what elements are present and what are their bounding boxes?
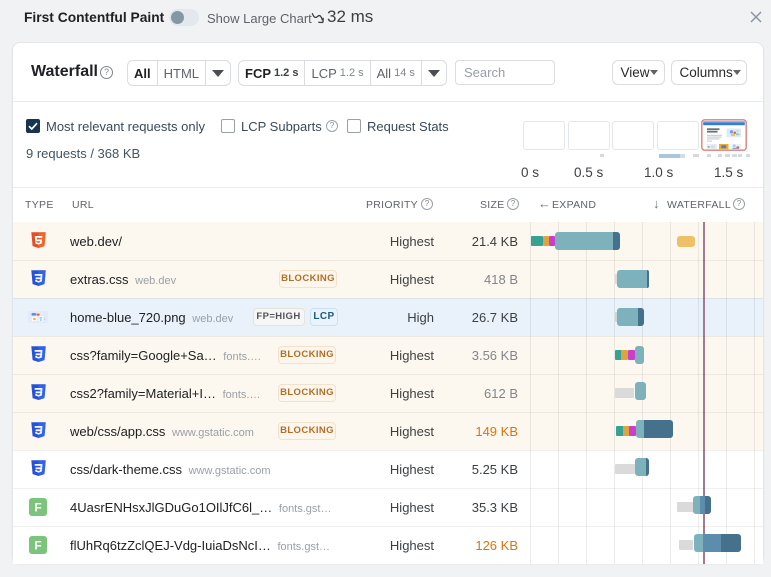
svg-text:F: F [34, 501, 41, 515]
svg-text:F: F [34, 539, 41, 553]
